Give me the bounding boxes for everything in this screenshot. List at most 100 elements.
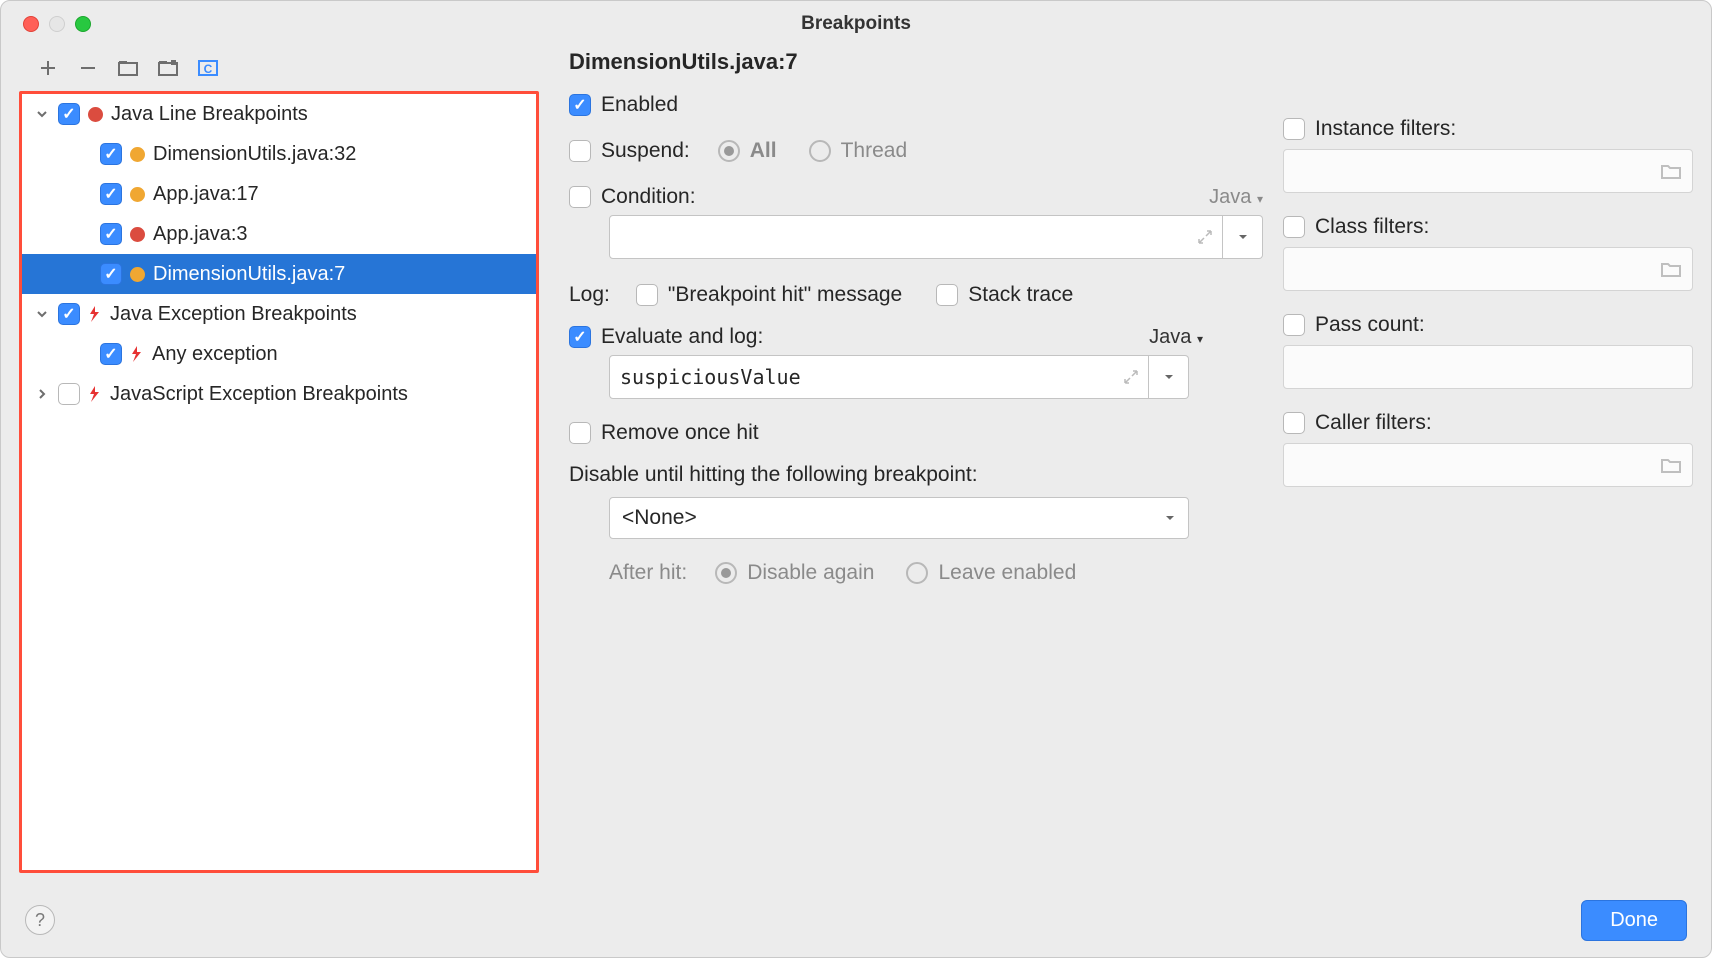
remove-icon[interactable] — [77, 57, 99, 79]
class-filters-checkbox[interactable] — [1283, 216, 1305, 238]
tree-group[interactable]: Java Exception Breakpoints — [22, 294, 536, 334]
titlebar: Breakpoints — [1, 1, 1711, 47]
exception-icon — [86, 305, 104, 323]
eval-label: Evaluate and log: — [601, 325, 763, 349]
tree-label: Any exception — [152, 343, 278, 366]
window-controls — [1, 16, 91, 32]
remove-row: Remove once hit — [569, 421, 1263, 445]
group-by-file-icon[interactable] — [157, 57, 179, 79]
tree-label: JavaScript Exception Breakpoints — [110, 383, 408, 406]
enabled-checkbox[interactable] — [569, 94, 591, 116]
breakpoint-tree[interactable]: Java Line Breakpoints DimensionUtils.jav… — [19, 91, 539, 873]
tree-toolbar: C — [19, 47, 539, 89]
after-hit-disable-label: Disable again — [747, 561, 874, 585]
checkbox[interactable] — [58, 103, 80, 125]
suspend-row: Suspend: All Thread — [569, 135, 1263, 167]
pass-count-input[interactable] — [1283, 345, 1693, 389]
expand-icon[interactable] — [1124, 370, 1138, 384]
remove-checkbox[interactable] — [569, 422, 591, 444]
suspend-checkbox[interactable] — [569, 140, 591, 162]
add-icon[interactable] — [37, 57, 59, 79]
breakpoint-dot-icon — [88, 107, 103, 122]
tree-item[interactable]: App.java:3 — [22, 214, 536, 254]
disable-until-select[interactable]: <None> — [609, 497, 1189, 539]
tree-group[interactable]: JavaScript Exception Breakpoints — [22, 374, 536, 414]
condition-checkbox[interactable] — [569, 186, 591, 208]
enabled-label: Enabled — [601, 93, 678, 117]
help-button[interactable]: ? — [25, 905, 55, 935]
tree-item[interactable]: App.java:17 — [22, 174, 536, 214]
zoom-icon[interactable] — [75, 16, 91, 32]
checkbox[interactable] — [58, 303, 80, 325]
folder-icon[interactable] — [1660, 162, 1682, 180]
class-filters-input[interactable] — [1283, 247, 1693, 291]
checkbox[interactable] — [100, 263, 122, 285]
suspend-thread-label: Thread — [841, 139, 908, 163]
class-filters-label: Class filters: — [1315, 215, 1429, 239]
caller-filters-checkbox[interactable] — [1283, 412, 1305, 434]
caller-filters-input[interactable] — [1283, 443, 1693, 487]
condition-field-wrap — [609, 215, 1263, 259]
tree-group[interactable]: Java Line Breakpoints — [22, 94, 536, 134]
chevron-down-icon[interactable] — [32, 308, 52, 320]
filters-column: Instance filters: Class filters: — [1263, 49, 1693, 873]
checkbox[interactable] — [100, 143, 122, 165]
folder-icon[interactable] — [1660, 456, 1682, 474]
condition-input[interactable] — [609, 215, 1223, 259]
log-hit-label: "Breakpoint hit" message — [668, 283, 902, 307]
chevron-right-icon[interactable] — [32, 388, 52, 400]
after-hit-disable-radio[interactable] — [715, 562, 737, 584]
breakpoint-dot-icon — [130, 187, 145, 202]
eval-value: suspiciousValue — [620, 365, 801, 389]
tree-item[interactable]: DimensionUtils.java:32 — [22, 134, 536, 174]
tree-label: App.java:3 — [153, 223, 248, 246]
tree-item-selected[interactable]: DimensionUtils.java:7 — [22, 254, 536, 294]
tree-label: DimensionUtils.java:7 — [153, 263, 345, 286]
breakpoint-dot-icon — [130, 147, 145, 162]
checkbox[interactable] — [100, 223, 122, 245]
breakpoint-dot-icon — [130, 227, 145, 242]
log-stack-label: Stack trace — [968, 283, 1073, 307]
suspend-thread-radio[interactable] — [809, 140, 831, 162]
chevron-down-icon — [1164, 512, 1176, 524]
suspend-all-radio[interactable] — [718, 140, 740, 162]
condition-history-dropdown[interactable] — [1223, 215, 1263, 259]
checkbox[interactable] — [100, 183, 122, 205]
eval-history-dropdown[interactable] — [1149, 355, 1189, 399]
minimize-icon[interactable] — [49, 16, 65, 32]
svg-text:C: C — [204, 62, 213, 76]
eval-input[interactable]: suspiciousValue — [609, 355, 1149, 399]
close-icon[interactable] — [23, 16, 39, 32]
chevron-down-icon[interactable] — [32, 108, 52, 120]
expand-icon[interactable] — [1198, 230, 1212, 244]
eval-checkbox[interactable] — [569, 326, 591, 348]
instance-filters-input[interactable] — [1283, 149, 1693, 193]
after-hit-row: After hit: Disable again Leave enabled — [609, 561, 1263, 585]
after-hit-leave-radio[interactable] — [906, 562, 928, 584]
group-by-class-icon[interactable]: C — [197, 57, 219, 79]
log-label: Log: — [569, 283, 610, 307]
disable-until-value: <None> — [622, 506, 697, 530]
eval-field-wrap: suspiciousValue — [609, 355, 1189, 399]
folder-icon[interactable] — [1660, 260, 1682, 278]
left-column: C Java Line Breakpoints DimensionUtils.j… — [19, 47, 539, 873]
checkbox[interactable] — [58, 383, 80, 405]
content: C Java Line Breakpoints DimensionUtils.j… — [1, 47, 1711, 891]
instance-filters-checkbox[interactable] — [1283, 118, 1305, 140]
caller-filters-label: Caller filters: — [1315, 411, 1432, 435]
group-by-package-icon[interactable] — [117, 57, 139, 79]
breakpoint-dot-icon — [130, 267, 145, 282]
log-hit-checkbox[interactable] — [636, 284, 658, 306]
pass-count-checkbox[interactable] — [1283, 314, 1305, 336]
checkbox[interactable] — [100, 343, 122, 365]
log-stack-checkbox[interactable] — [936, 284, 958, 306]
pass-count-label: Pass count: — [1315, 313, 1425, 337]
eval-lang[interactable]: Java ▾ — [1149, 326, 1203, 349]
condition-lang[interactable]: Java ▾ — [1209, 186, 1263, 209]
log-row: Log: "Breakpoint hit" message Stack trac… — [569, 283, 1263, 307]
tree-item[interactable]: Any exception — [22, 334, 536, 374]
tree-label: Java Line Breakpoints — [111, 103, 308, 126]
condition-header: Condition: Java ▾ — [569, 185, 1263, 209]
instance-filters-label: Instance filters: — [1315, 117, 1456, 141]
done-button[interactable]: Done — [1581, 900, 1687, 941]
